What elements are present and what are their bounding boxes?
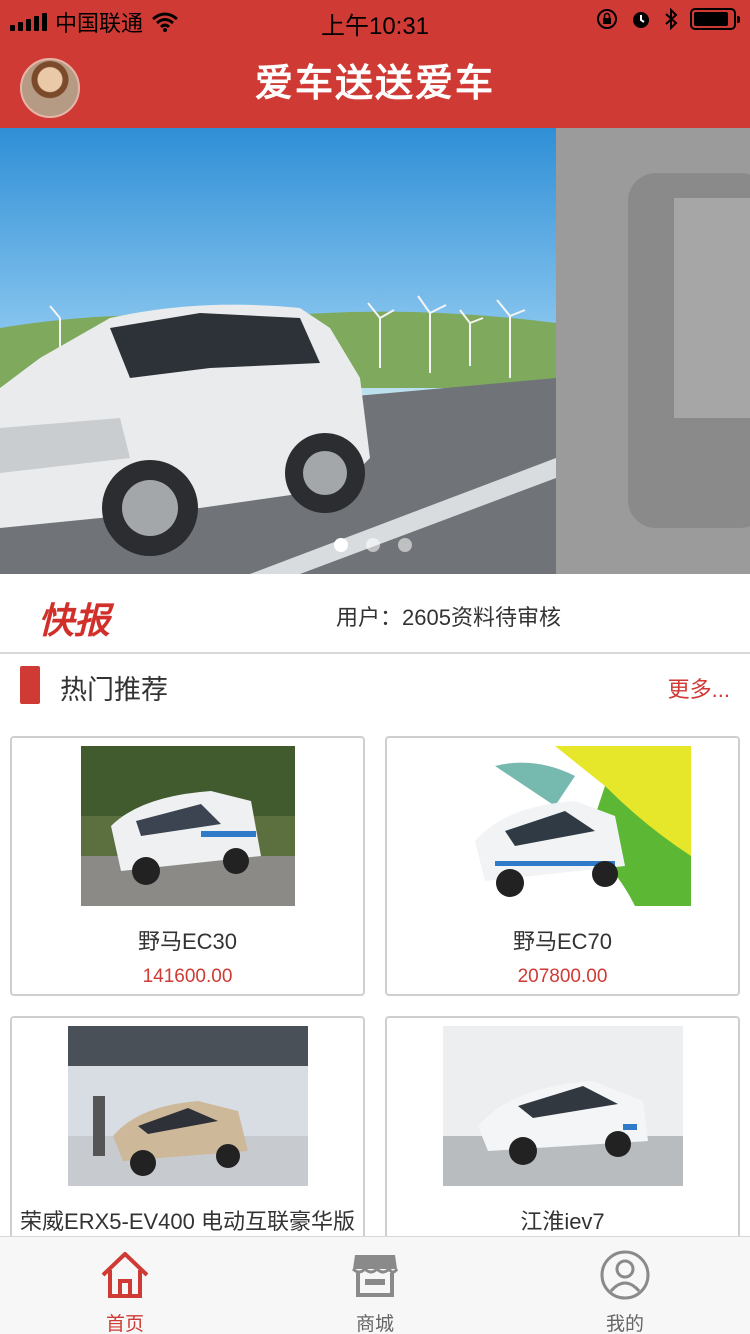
product-name: 荣威ERX5-EV400 电动互联豪华版 xyxy=(20,1209,355,1234)
product-price: 141600.00 xyxy=(142,966,233,987)
product-image xyxy=(434,746,691,906)
product-image xyxy=(442,1026,683,1186)
page-title: 爱车送送爱车 xyxy=(254,63,495,105)
banner-car-photo xyxy=(0,295,556,574)
tab-bar: 首页 商城 我的 xyxy=(0,1236,750,1334)
tab-profile[interactable]: 我的 xyxy=(500,1237,750,1334)
product-image xyxy=(67,1026,308,1186)
carousel-dot[interactable] xyxy=(334,538,348,552)
section-title: 热门推荐 xyxy=(60,675,168,705)
news-ticker[interactable]: 快报 用户：2605资料待审核 xyxy=(0,576,750,654)
banner-next-slide[interactable] xyxy=(556,128,750,574)
store-icon xyxy=(351,1255,399,1297)
ticker-logo: 快报 xyxy=(38,600,111,641)
tab-label: 我的 xyxy=(605,1314,644,1334)
status-bar: 中国联通 上午10:31 xyxy=(0,0,750,40)
app-root: 中国联通 上午10:31 爱车送送爱车 快报 用户：2605资料待审核 热门推荐… xyxy=(0,0,750,1334)
battery-fill xyxy=(694,12,729,26)
bluetooth-icon xyxy=(665,8,678,30)
tab-label: 首页 xyxy=(105,1314,144,1334)
home-icon xyxy=(101,1252,149,1298)
carousel-dot[interactable] xyxy=(398,538,412,552)
carousel-dots xyxy=(334,538,412,552)
status-right xyxy=(596,8,740,30)
video-placeholder-icon xyxy=(628,173,750,528)
banner-slide-image[interactable] xyxy=(0,128,556,574)
tab-store[interactable]: 商城 xyxy=(250,1237,500,1334)
product-image xyxy=(80,746,295,906)
tab-home[interactable]: 首页 xyxy=(0,1237,250,1334)
product-price: 207800.00 xyxy=(517,966,608,987)
rotation-lock-icon xyxy=(597,9,617,29)
product-name: 江淮iev7 xyxy=(520,1209,605,1234)
product-card[interactable]: 野马EC70 207800.00 xyxy=(385,736,740,996)
banner-carousel[interactable] xyxy=(0,128,750,574)
carousel-dot[interactable] xyxy=(366,538,380,552)
more-link[interactable]: 更多... xyxy=(668,672,730,704)
ticker-message[interactable]: 用户：2605资料待审核 xyxy=(336,600,561,632)
app-header: 爱车送送爱车 xyxy=(0,40,750,128)
alarm-icon xyxy=(633,12,649,28)
tab-label: 商城 xyxy=(355,1314,394,1334)
product-card[interactable]: 野马EC30 141600.00 xyxy=(10,736,365,996)
profile-icon xyxy=(600,1250,650,1300)
battery-icon xyxy=(690,8,740,30)
product-name: 野马EC70 xyxy=(512,929,613,954)
product-name: 野马EC30 xyxy=(137,929,238,954)
section-accent-bar xyxy=(20,666,40,704)
section-header: 热门推荐 更多... xyxy=(0,656,750,718)
